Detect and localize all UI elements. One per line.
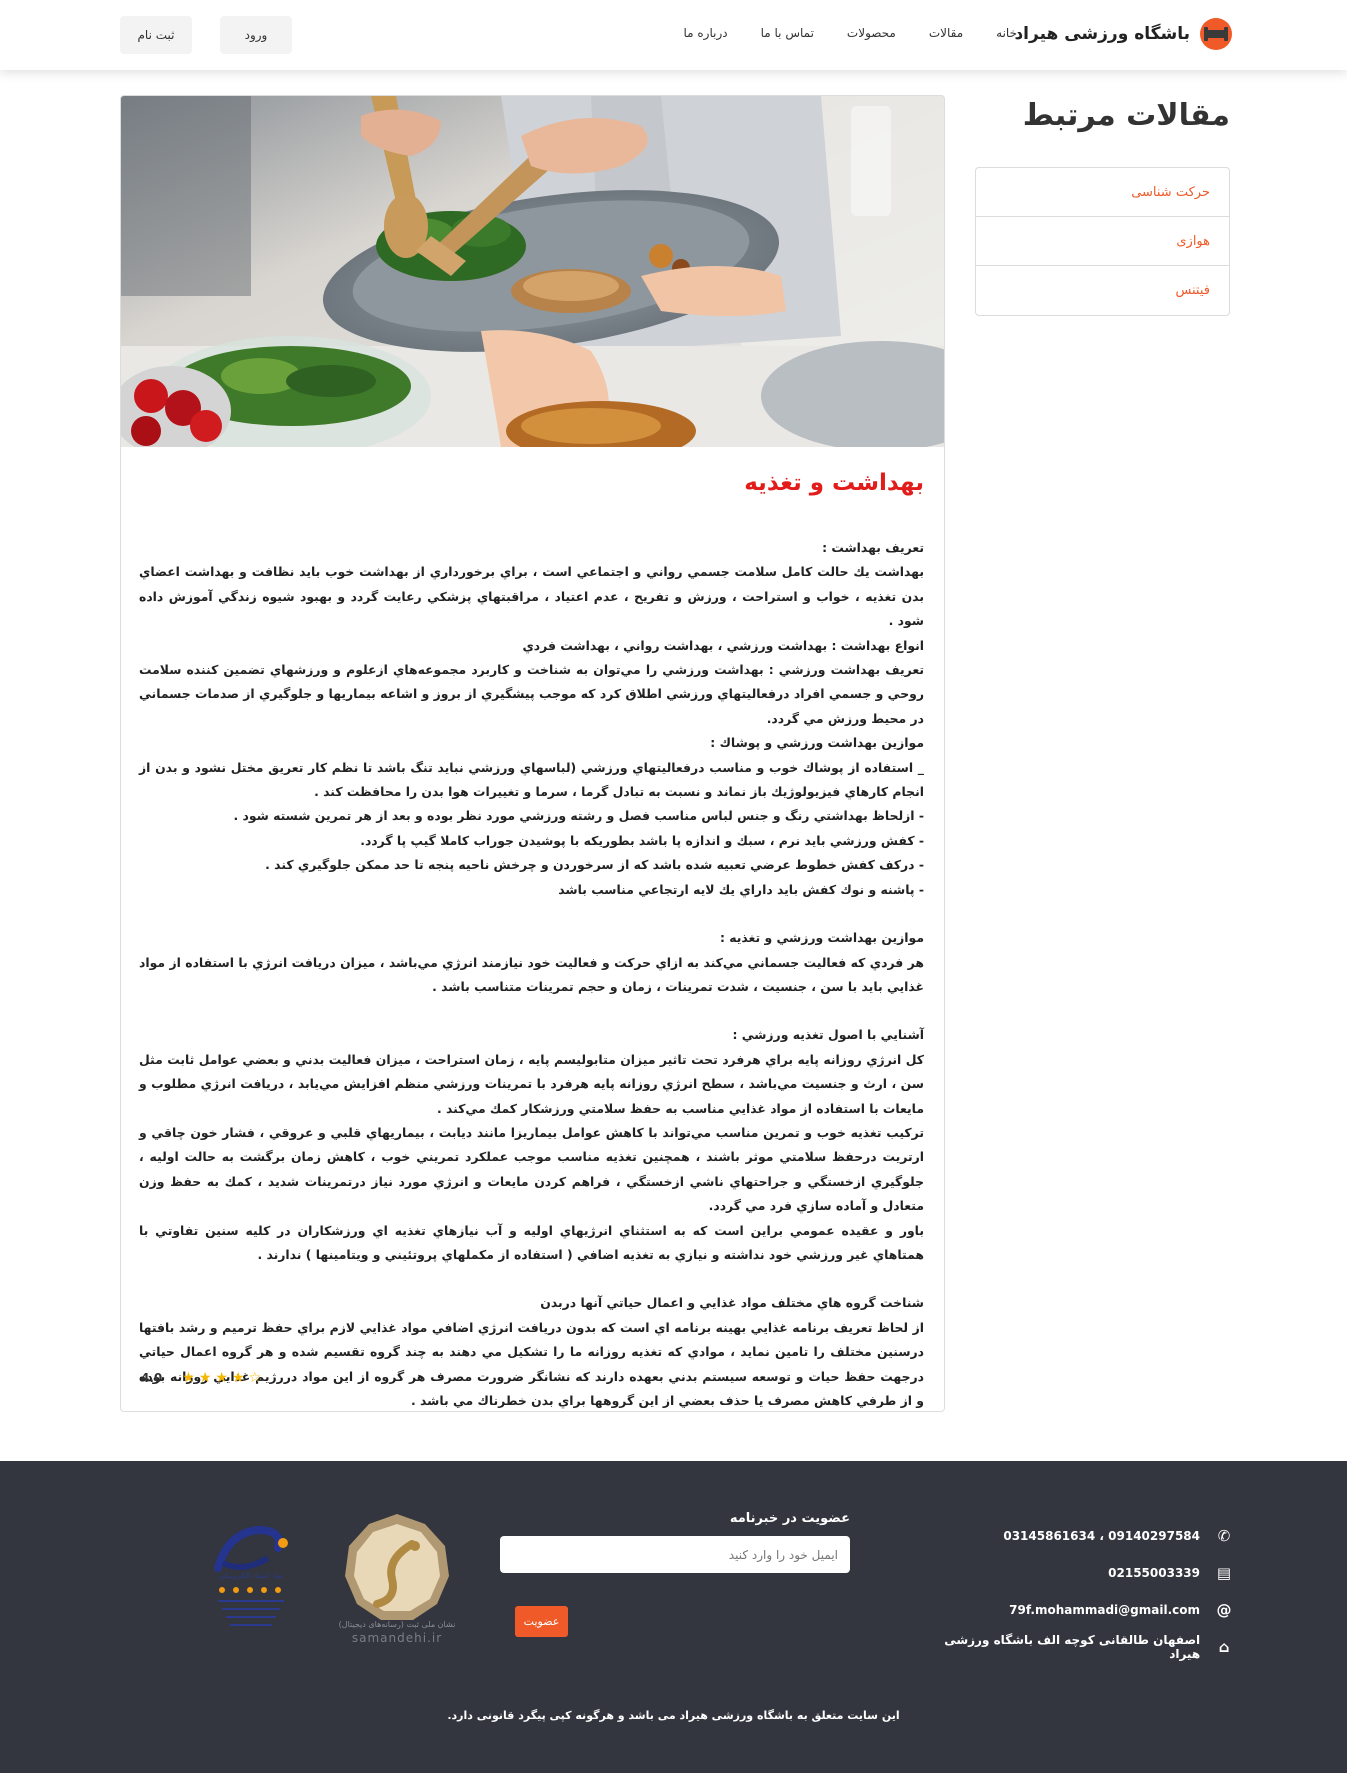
nav-home[interactable]: خانه <box>996 26 1017 40</box>
article-paragraph: شناخت گروه هاي مختلف مواد غذايي و اعمال … <box>540 1295 924 1311</box>
star-icon[interactable]: ☆ <box>249 1370 266 1386</box>
contact-email-row: @ 79f.mohammadi@gmail.com <box>912 1591 1232 1628</box>
related-articles-title: مقالات مرتبط <box>1022 98 1230 133</box>
contact-phones: 09140297584 ، 03145861634 <box>1003 1528 1200 1543</box>
dumbbell-icon <box>1200 18 1232 50</box>
article-body: تعريف بهداشت : بهداشت يك حالت كامل سلامت… <box>139 536 924 1411</box>
contact-info: ✆ 09140297584 ، 03145861634 ▤ 0215500333… <box>912 1517 1232 1665</box>
home-icon: ⌂ <box>1218 1637 1230 1656</box>
article-paragraph: باور و عقيده عمومي براين است كه به استثن… <box>139 1222 924 1262</box>
article-paragraph: - پاشنه و نوك كفش بايد داراي يك لايه ارت… <box>558 881 924 897</box>
at-icon: @ <box>1216 1600 1232 1619</box>
copyright: این سایت متعلق به باشگاه ورزشی هیراد می … <box>447 1709 900 1722</box>
newsletter-email-input[interactable] <box>500 1536 850 1573</box>
article-paragraph: تعريف بهداشت : <box>822 540 924 555</box>
contact-email[interactable]: 79f.mohammadi@gmail.com <box>1009 1603 1200 1617</box>
star-icon[interactable]: ★ <box>232 1370 249 1386</box>
nav-articles[interactable]: مقالات <box>929 26 963 40</box>
navbar: باشگاه ورزشی هیراد خانه مقالات محصولات ت… <box>0 0 1347 70</box>
fax-icon: ▤ <box>1216 1563 1232 1582</box>
article-paragraph: تعريف بهداشت ورزشي : بهداشت ورزشي را مي‌… <box>139 662 924 726</box>
newsletter-subscribe-button[interactable]: عضویت <box>515 1606 568 1637</box>
article-paragraph: - دركف كفش خطوط عرضي تعبيه شده باشد كه ا… <box>265 857 924 873</box>
article-paragraph: موازين بهداشت ورزشي و پوشاك : <box>710 735 924 751</box>
related-articles-list: حرکت شناسی هوازی فیتنس <box>975 167 1230 316</box>
samandehi-site: samandehi.ir <box>351 1631 443 1645</box>
related-article-fitness[interactable]: فیتنس <box>976 266 1229 315</box>
main-nav: خانه مقالات محصولات تماس با ما درباره ما <box>684 26 1018 40</box>
article-paragraph: موازين بهداشت ورزشي و تغذيه : <box>719 930 924 946</box>
contact-address: اصفهان طالقانی کوچه الف باشگاه ورزشی هیر… <box>944 1632 1201 1661</box>
star-icon[interactable]: ★ <box>215 1370 232 1386</box>
auth-buttons: ثبت نام ورود <box>120 16 292 54</box>
nav-contact[interactable]: تماس با ما <box>761 26 814 40</box>
article-title: بهداشت و تغذیه <box>744 470 924 496</box>
enamad-caption: نماد اعتماد الکترونیکی <box>218 1572 284 1580</box>
phone-icon: ✆ <box>1217 1526 1231 1545</box>
samandehi-caption: نشان ملی ثبت (رسانه‌های دیجیتال) <box>338 1620 456 1629</box>
related-article-kinesiology[interactable]: حرکت شناسی <box>976 168 1229 217</box>
rating-value: 4.0 <box>141 1371 163 1385</box>
nav-about[interactable]: درباره ما <box>684 26 728 40</box>
login-button[interactable]: ورود <box>220 16 292 54</box>
article-rating: 4.0 ★★★★☆ <box>141 1370 265 1386</box>
article-paragraph: - ازلحاظ بهداشتي رنگ و جنس لباس مناسب فص… <box>233 808 924 824</box>
article-paragraph: انواع بهداشت : بهداشت ورزشي ، بهداشت روا… <box>522 637 924 653</box>
newsletter-title: عضویت در خبرنامه <box>729 1511 850 1526</box>
brand-name: باشگاه ورزشی هیراد <box>1014 24 1190 44</box>
footer: ✆ 09140297584 ، 03145861634 ▤ 0215500333… <box>0 1461 1347 1773</box>
samandehi-badge[interactable]: نشان ملی ثبت (رسانه‌های دیجیتال) samande… <box>337 1514 457 1645</box>
newsletter: عضویت در خبرنامه عضویت <box>500 1511 850 1637</box>
article-paragraph: كل انرژي روزانه پايه براي هرفرد تحت تاثي… <box>139 1051 924 1116</box>
contact-fax-row: ▤ 02155003339 <box>912 1554 1232 1591</box>
article-paragraph: هر فردي كه فعاليت جسماني مي‌كند به ازاي … <box>139 954 924 994</box>
contact-phone-row: ✆ 09140297584 ، 03145861634 <box>912 1517 1232 1554</box>
contact-address-row: ⌂ اصفهان طالقانی کوچه الف باشگاه ورزشی ه… <box>912 1628 1232 1665</box>
article-paragraph: _ استفاده از پوشاك خوب و مناسب درفعاليته… <box>139 759 924 800</box>
rating-stars[interactable]: ★★★★☆ <box>182 1370 265 1386</box>
enamad-badge[interactable]: نماد اعتماد الکترونیکی <box>208 1518 294 1638</box>
star-icon[interactable]: ★ <box>182 1370 199 1386</box>
article-paragraph: تركيب تغذيه خوب و تمرين مناسب مي‌تواند ب… <box>139 1124 924 1214</box>
nav-products[interactable]: محصولات <box>847 26 896 40</box>
related-article-aerobic[interactable]: هوازی <box>976 217 1229 266</box>
star-icon[interactable]: ★ <box>199 1370 216 1386</box>
article-paragraph: - كفش ورزشي بايد نرم ، سبك و اندازه پا ب… <box>360 832 924 848</box>
article-card: بهداشت و تغذیه تعريف بهداشت : بهداشت يك … <box>120 95 945 1412</box>
register-button[interactable]: ثبت نام <box>120 16 192 54</box>
contact-fax: 02155003339 <box>1108 1565 1200 1580</box>
article-hero-image <box>121 96 944 447</box>
article-paragraph: از لحاظ تعريف برنامه غذايي بهينه برنامه … <box>139 1319 924 1408</box>
article-paragraph: بهداشت يك حالت كامل سلامت جسمي رواني و ا… <box>139 564 924 629</box>
article-paragraph: آشنايي با اصول تغذيه ورزشي : <box>732 1027 924 1043</box>
brand[interactable]: باشگاه ورزشی هیراد <box>1014 18 1232 50</box>
